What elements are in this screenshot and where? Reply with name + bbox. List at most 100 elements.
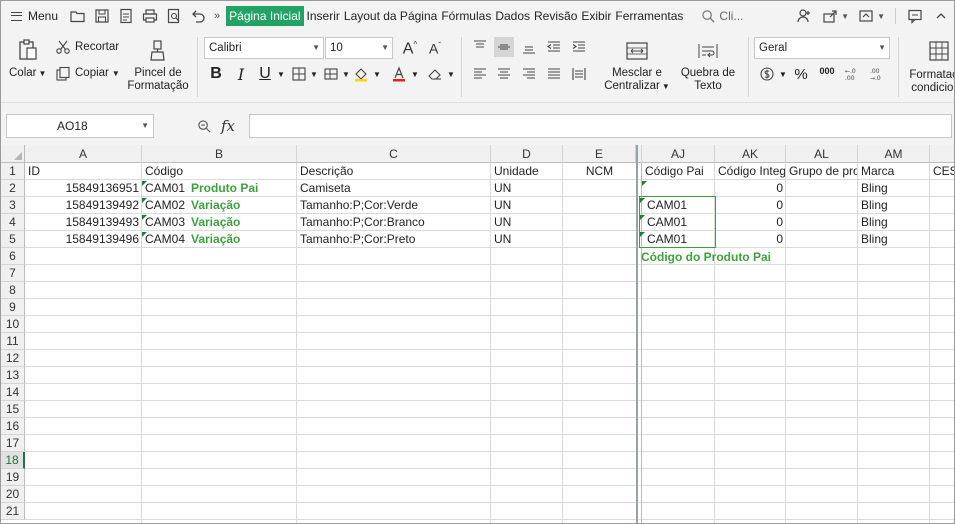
row-header-6[interactable]: 6 (1, 248, 25, 265)
copy-icon[interactable] (53, 64, 73, 84)
wrap-text-icon[interactable] (695, 39, 721, 63)
cell-c2[interactable]: Camiseta (298, 180, 490, 197)
tab-revisao[interactable]: Revisão (532, 6, 579, 26)
cell-am2[interactable]: Bling (859, 180, 929, 197)
cell-b5[interactable]: CAM04 (143, 231, 191, 248)
tab-exibir[interactable]: Exibir (579, 6, 613, 26)
font-size-select[interactable]: 10 ▼ (325, 37, 393, 59)
cell-a2[interactable]: 15849136951 (26, 180, 141, 197)
tab-pagina-inicial[interactable]: Página Inicial (226, 6, 304, 26)
row-header-3[interactable]: 3 (1, 197, 25, 214)
cell-ak4[interactable]: 0 (716, 214, 785, 231)
cell-d2[interactable]: UN (492, 180, 562, 197)
column-header-b[interactable]: B (142, 145, 297, 163)
fill-color-icon[interactable] (351, 64, 371, 84)
sheet-grid[interactable]: A B C D E AJ AK AL AM ID Código Descriçã… (1, 145, 954, 523)
increase-indent-icon[interactable] (569, 37, 589, 57)
font-name-select[interactable]: Calibri ▼ (204, 37, 324, 59)
thousands-separator-button[interactable]: 000 (816, 64, 838, 84)
column-header-am[interactable]: AM (858, 145, 930, 163)
scissors-icon[interactable] (53, 37, 73, 57)
tab-dados[interactable]: Dados (493, 6, 532, 26)
distributed-icon[interactable] (569, 64, 589, 84)
row-header-15[interactable]: 15 (1, 401, 25, 418)
row-header-5[interactable]: 5 (1, 231, 25, 248)
share-dropdown-icon[interactable]: ▼ (841, 12, 849, 21)
column-header-al[interactable]: AL (786, 145, 858, 163)
cell-ak3[interactable]: 0 (716, 197, 785, 214)
cell-d5[interactable]: UN (492, 231, 562, 248)
cell-e1[interactable]: NCM (564, 163, 635, 180)
font-color-icon[interactable] (389, 64, 409, 84)
align-left-icon[interactable] (470, 64, 490, 84)
column-header-aj[interactable]: AJ (642, 145, 715, 163)
column-header-ak[interactable]: AK (715, 145, 786, 163)
cell-c4[interactable]: Tamanho:P;Cor:Branco (298, 214, 490, 231)
number-format-select[interactable]: Geral ▼ (754, 37, 890, 59)
formula-input[interactable] (249, 114, 952, 138)
tab-layout-da-pagina[interactable]: Layout da Página (342, 6, 439, 26)
conditional-format-icon[interactable] (927, 39, 951, 63)
tab-formulas[interactable]: Fórmulas (439, 6, 493, 26)
share-user-icon[interactable] (794, 6, 814, 26)
row-header-2[interactable]: 2 (1, 180, 25, 197)
row-header-11[interactable]: 11 (1, 333, 25, 350)
cell-style-icon[interactable] (321, 64, 341, 84)
align-middle-icon[interactable] (494, 37, 514, 57)
cell-d1[interactable]: Unidade (492, 163, 562, 180)
row-header-9[interactable]: 9 (1, 299, 25, 316)
freeze-pane-divider[interactable] (636, 145, 638, 523)
cell-ak2[interactable]: 0 (716, 180, 785, 197)
row-header-10[interactable]: 10 (1, 316, 25, 333)
undo-icon[interactable] (188, 6, 208, 26)
borders-dropdown-icon[interactable]: ▼ (310, 70, 318, 79)
cell-d3[interactable]: UN (492, 197, 562, 214)
row-header-21[interactable]: 21 (1, 503, 25, 520)
increase-font-icon[interactable]: A^ (400, 37, 420, 57)
font-color-dropdown-icon[interactable]: ▼ (411, 70, 419, 79)
more-commands-chevron[interactable]: » (214, 10, 220, 22)
row-header-7[interactable]: 7 (1, 265, 25, 282)
collapse-chevron-icon[interactable] (931, 6, 951, 26)
cell-b1[interactable]: Código (143, 163, 296, 180)
paste-button[interactable]: Colar ▼ (9, 67, 46, 79)
search-box[interactable]: Cli... (701, 9, 743, 24)
column-header-an[interactable] (930, 145, 954, 163)
cell-aj1[interactable]: Código Pai (643, 163, 714, 180)
cell-a3[interactable]: 15849139492 (26, 197, 141, 214)
row-header-12[interactable]: 12 (1, 350, 25, 367)
bold-button[interactable]: B (206, 64, 226, 84)
cell-c1[interactable]: Descrição (298, 163, 490, 180)
share-icon[interactable] (820, 6, 840, 26)
save-icon[interactable] (92, 6, 112, 26)
export-pdf-icon[interactable] (116, 6, 136, 26)
name-box[interactable]: AO18 ▼ (6, 114, 154, 138)
main-menu-button[interactable]: Menu (1, 1, 66, 31)
collapse-ribbon-icon[interactable] (856, 6, 876, 26)
row-header-1[interactable]: 1 (1, 163, 25, 180)
copy-button[interactable]: Copiar ▼ (75, 67, 120, 79)
row-header-4[interactable]: 4 (1, 214, 25, 231)
row-header-16[interactable]: 16 (1, 418, 25, 435)
cell-a1[interactable]: ID (26, 163, 141, 180)
cell-c5[interactable]: Tamanho:P;Cor:Preto (298, 231, 490, 248)
cell-a4[interactable]: 15849139493 (26, 214, 141, 231)
fx-button[interactable]: fx (221, 117, 235, 135)
borders-icon[interactable] (289, 64, 309, 84)
row-header-18[interactable]: 18 (1, 452, 25, 469)
cut-button[interactable]: Recortar (75, 41, 119, 53)
cell-d4[interactable]: UN (492, 214, 562, 231)
cell-b4[interactable]: CAM03 (143, 214, 191, 231)
comments-icon[interactable] (905, 6, 925, 26)
merge-center-button[interactable]: Mesclar e Centralizar ▼ (599, 67, 675, 93)
row-header-8[interactable]: 8 (1, 282, 25, 299)
tab-ferramentas[interactable]: Ferramentas (613, 6, 685, 26)
eraser-icon[interactable] (425, 64, 445, 84)
cell-aj2[interactable] (643, 180, 714, 197)
column-header-a[interactable]: A (25, 145, 142, 163)
column-header-e[interactable]: E (563, 145, 636, 163)
select-all-corner[interactable] (1, 145, 25, 163)
print-icon[interactable] (140, 6, 160, 26)
cell-am4[interactable]: Bling (859, 214, 929, 231)
cell-am1[interactable]: Marca (859, 163, 929, 180)
